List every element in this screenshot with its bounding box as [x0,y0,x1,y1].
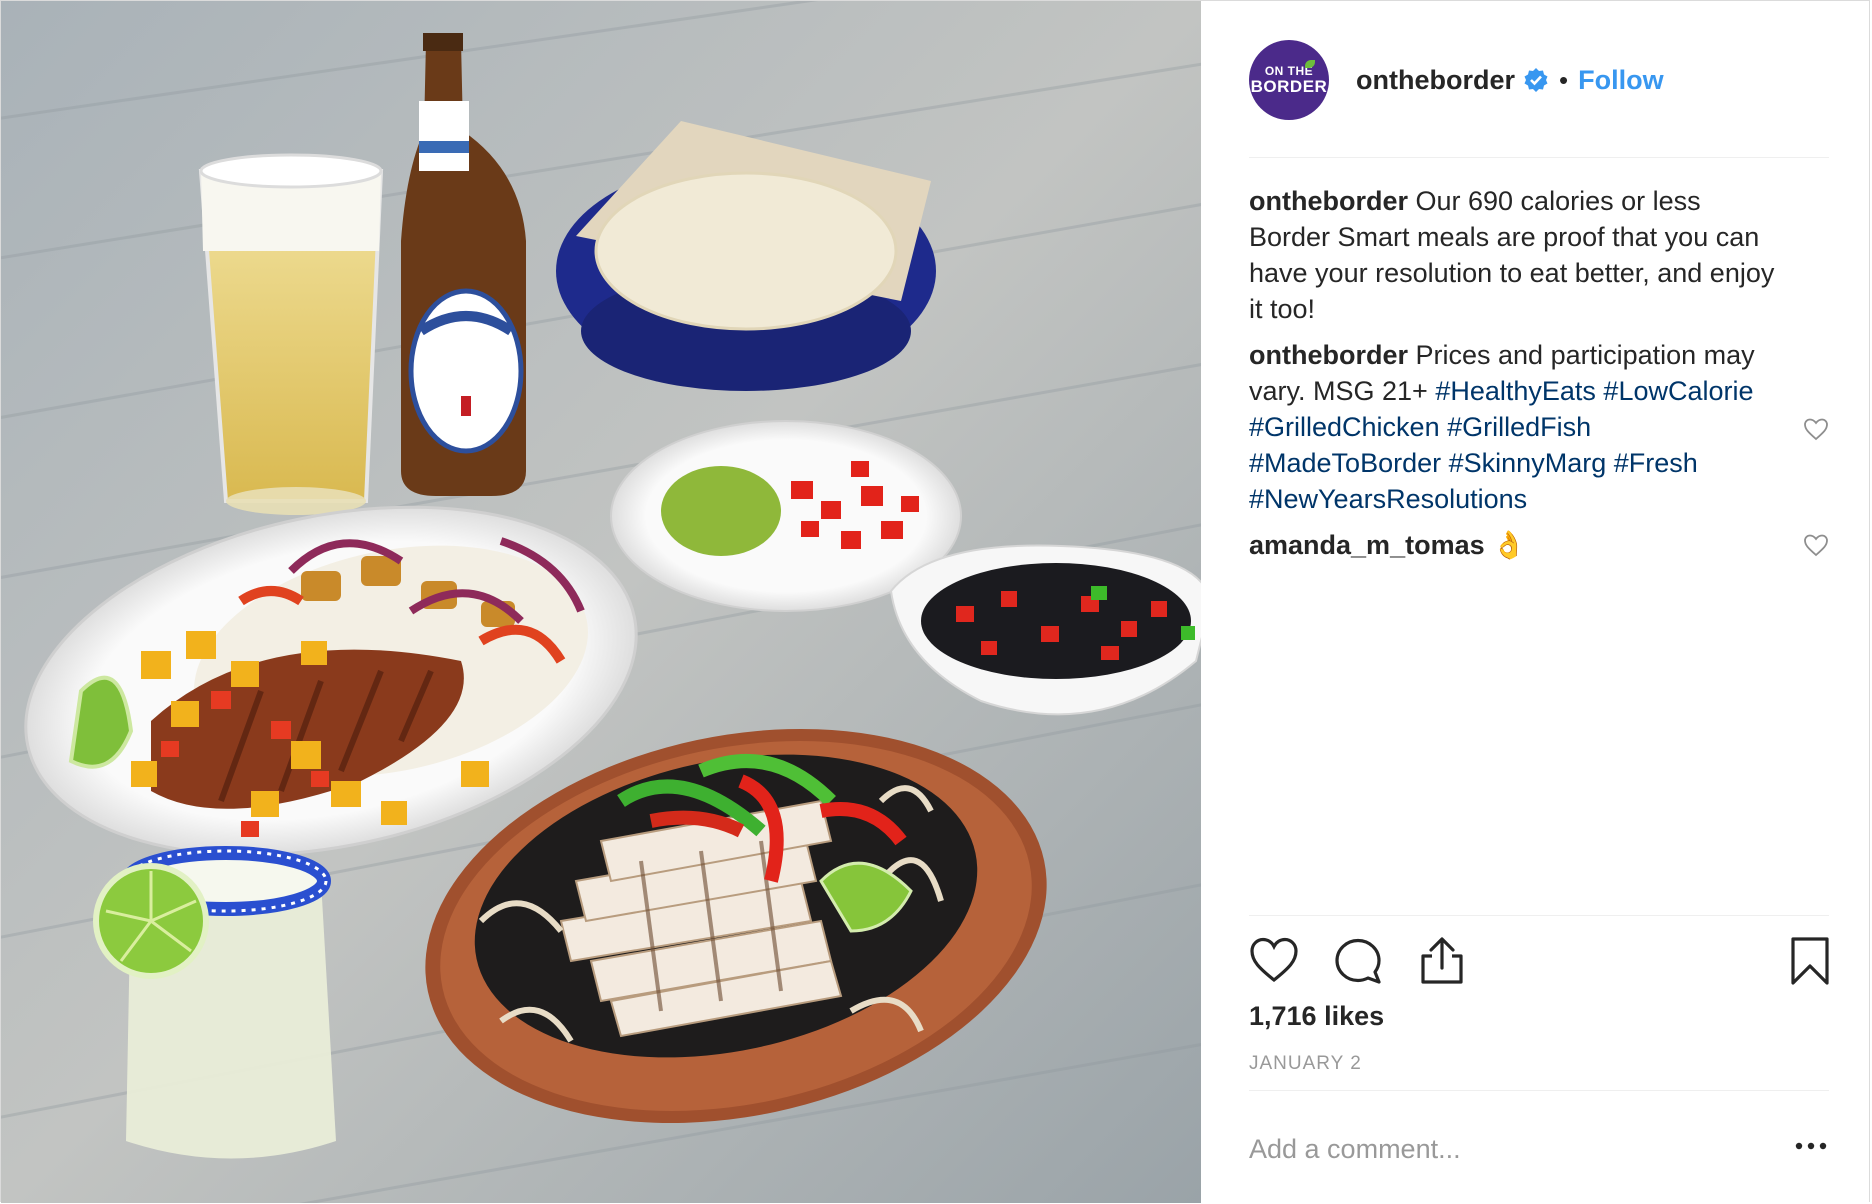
comment-divider [1249,1090,1829,1091]
heart-icon[interactable] [1249,936,1299,986]
comment-like-heart-icon[interactable] [1803,417,1829,441]
hashtag-link[interactable]: #HealthyEats [1435,376,1596,406]
comment-item: ontheborder Prices and participation may… [1249,337,1829,517]
hashtag-link[interactable]: #SkinnyMarg [1449,448,1607,478]
comment-text: 👌 [1484,530,1526,560]
hashtag-link[interactable]: #GrilledChicken [1249,412,1440,442]
post-photo[interactable] [1,1,1201,1203]
username-link[interactable]: ontheborder [1356,65,1515,96]
hashtag-link[interactable]: #MadeToBorder [1249,448,1441,478]
post-date[interactable]: JANUARY 2 [1249,1053,1362,1075]
comment-icon[interactable] [1333,936,1383,986]
comment-username[interactable]: amanda_m_tomas [1249,530,1485,560]
likes-count[interactable]: 1,716 likes [1249,1001,1384,1032]
separator-dot: • [1559,64,1569,95]
comment-item: amanda_m_tomas 👌 [1249,527,1829,563]
hashtag-link[interactable]: #GrilledFish [1447,412,1591,442]
hashtag-link[interactable]: #Fresh [1614,448,1698,478]
avatar-logo-text-2: BORDER [1250,77,1328,96]
ellipsis-icon[interactable] [1791,1131,1831,1161]
post-header: ON THE BORDER ontheborder • Follow [1249,39,1829,121]
hashtag-link[interactable]: #LowCalorie [1603,376,1753,406]
avatar[interactable]: ON THE BORDER [1249,40,1329,120]
caption: ontheborder Our 690 calories or less Bor… [1249,183,1829,327]
hashtag-link[interactable]: #NewYearsResolutions [1249,484,1527,514]
comment-like-heart-icon[interactable] [1803,533,1829,557]
comment-username[interactable]: ontheborder [1249,340,1408,370]
add-comment-input[interactable] [1249,1129,1729,1169]
verified-badge-icon [1524,68,1548,92]
comments-list: ontheborder Our 690 calories or less Bor… [1249,183,1829,573]
leaf-icon [1305,60,1315,68]
post-sidebar: ON THE BORDER ontheborder • Follow onthe… [1201,1,1869,1202]
bookmark-icon[interactable] [1785,936,1835,986]
food-photo-illustration [1,1,1201,1203]
header-divider [1249,157,1829,158]
comment-username[interactable]: ontheborder [1249,186,1408,216]
follow-button[interactable]: Follow [1578,65,1663,96]
action-bar [1249,936,1829,986]
share-icon[interactable] [1417,936,1467,986]
actions-divider [1249,915,1829,916]
